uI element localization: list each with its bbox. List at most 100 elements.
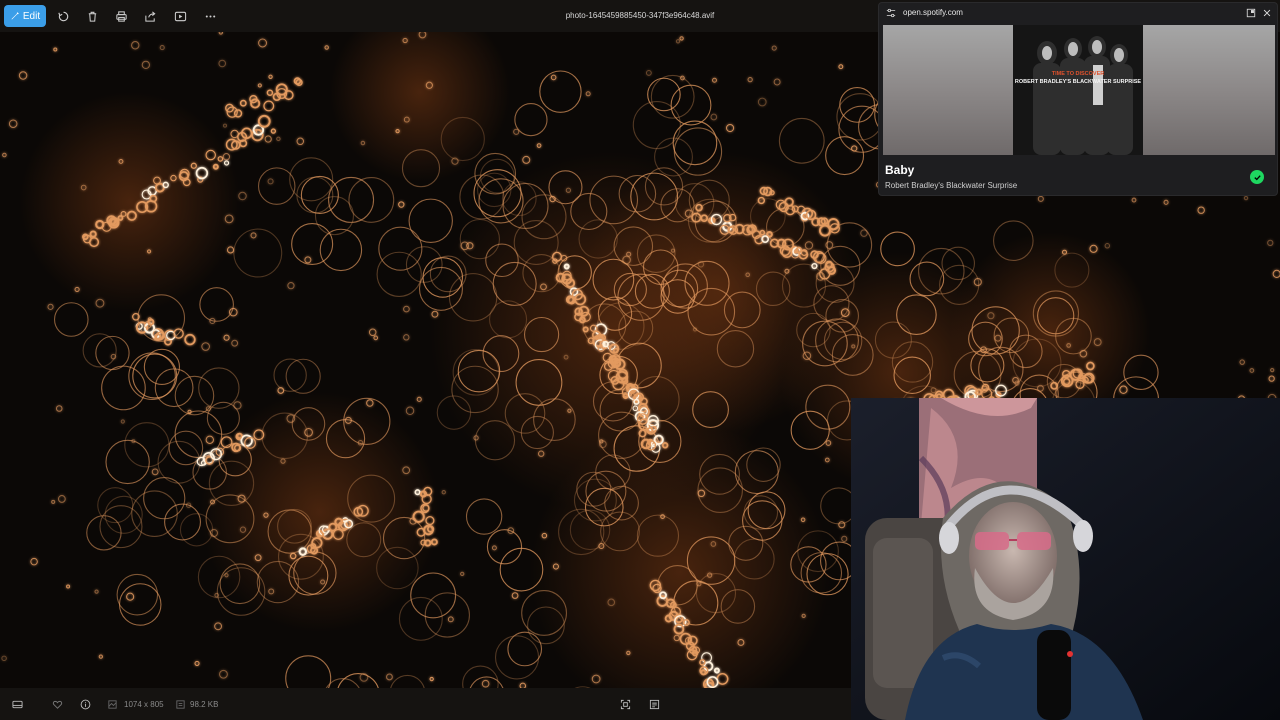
bokeh-dot <box>223 334 230 341</box>
bokeh-dot <box>838 521 846 529</box>
bokeh-dot <box>1268 375 1275 382</box>
share-icon <box>144 10 155 22</box>
fit-to-window-button[interactable] <box>618 697 632 711</box>
bokeh-dot <box>219 669 228 679</box>
bokeh-dot <box>373 335 379 341</box>
bokeh-ring <box>198 367 240 409</box>
back-to-tab-button[interactable] <box>1245 7 1257 19</box>
bokeh-ring <box>174 410 223 459</box>
bokeh-ring <box>494 635 540 680</box>
bokeh-dot <box>258 38 268 48</box>
bokeh-ring <box>285 655 332 688</box>
bokeh-ring <box>199 287 234 322</box>
bokeh-dot <box>1270 367 1275 373</box>
bokeh-ring <box>539 70 582 113</box>
slideshow-button[interactable] <box>172 8 188 24</box>
bokeh-dot <box>229 307 238 317</box>
bokeh-dot <box>250 232 257 239</box>
bokeh-dot <box>264 135 272 143</box>
print-button[interactable] <box>113 8 129 24</box>
bokeh-ring <box>462 665 499 688</box>
bokeh-dot <box>447 616 454 623</box>
bokeh-dot <box>214 622 223 631</box>
bokeh-dot <box>679 36 684 41</box>
bokeh-dot <box>47 303 54 310</box>
bokeh-ring <box>143 477 186 520</box>
bokeh-ring <box>104 495 143 534</box>
bokeh-dot <box>757 97 767 107</box>
bokeh-dot <box>838 64 844 70</box>
bokeh-dot <box>645 69 652 76</box>
file-name: photo-1645459885450-347f3e964c48.avif <box>565 11 715 20</box>
fit-icon <box>620 699 630 709</box>
bokeh-dot <box>398 201 405 208</box>
bokeh-dot <box>585 91 591 97</box>
share-button[interactable] <box>142 8 158 24</box>
print-icon <box>115 10 127 22</box>
close-mini-player-button[interactable] <box>1261 7 1273 19</box>
bokeh-dot <box>250 98 261 109</box>
edit-button[interactable]: Edit <box>4 5 46 27</box>
bokeh-dot <box>441 490 446 495</box>
bokeh-ring <box>174 375 215 416</box>
bokeh-dot <box>55 405 63 412</box>
bokeh-dot <box>194 660 200 666</box>
bokeh-dot <box>238 191 247 201</box>
bokeh-dot <box>51 499 56 504</box>
filmstrip-button[interactable] <box>10 697 24 711</box>
spotify-mini-player[interactable]: open.spotify.com TIME TO DISCOVER ROBERT <box>878 2 1278 196</box>
bokeh-dot <box>1267 239 1274 247</box>
rotate-button[interactable] <box>55 8 71 24</box>
band-photo <box>1013 25 1143 155</box>
bokeh-dot <box>287 282 295 290</box>
bokeh-dot <box>712 77 717 83</box>
favorite-button[interactable] <box>50 697 64 711</box>
bokeh-dot <box>257 83 262 88</box>
bokeh-dot <box>263 100 275 112</box>
bokeh-dot <box>1163 199 1169 205</box>
bokeh-dot <box>1197 206 1205 214</box>
rotate-icon <box>57 11 68 21</box>
bokeh-dot <box>771 45 777 51</box>
bokeh-dot <box>675 39 681 44</box>
actual-size-icon <box>649 699 659 709</box>
bokeh-dot <box>218 59 227 68</box>
bokeh-ring <box>390 674 425 688</box>
bokeh-dot <box>2 152 7 158</box>
close-icon <box>1263 9 1271 17</box>
bokeh-ring <box>465 498 503 535</box>
bokeh-dot <box>1131 197 1137 203</box>
bokeh-ring <box>233 228 283 278</box>
bokeh-dot <box>159 45 165 51</box>
more-icon <box>205 14 215 18</box>
bokeh-dot <box>860 229 868 237</box>
track-artist[interactable]: Robert Bradley's Blackwater Surprise <box>885 181 1017 190</box>
more-options-button[interactable] <box>202 8 218 24</box>
bokeh-ring <box>53 302 89 337</box>
info-button[interactable] <box>78 697 92 711</box>
light-haze <box>20 92 240 312</box>
bokeh-ring <box>124 422 170 468</box>
image-file-size: 98.2 KB <box>190 700 219 709</box>
bokeh-ring <box>778 117 825 164</box>
bokeh-dot <box>403 334 410 341</box>
actual-size-button[interactable] <box>647 697 661 711</box>
light-haze <box>330 32 510 182</box>
bokeh-dot <box>1272 269 1280 278</box>
bokeh-dot <box>57 495 66 503</box>
bokeh-dot <box>513 128 520 135</box>
delete-button[interactable] <box>84 8 100 24</box>
bokeh-dot <box>187 409 192 414</box>
filesize-icon <box>175 699 185 709</box>
bokeh-dot <box>491 545 497 551</box>
track-title[interactable]: Baby <box>885 163 914 177</box>
mini-player-url: open.spotify.com <box>903 8 963 17</box>
site-settings-button[interactable] <box>885 7 897 19</box>
image-dimensions: 1074 x 805 <box>124 700 164 709</box>
bokeh-dot <box>231 339 239 347</box>
saved-to-library-button[interactable] <box>1250 170 1264 184</box>
bokeh-dot <box>773 78 781 86</box>
bokeh-ring <box>514 102 548 137</box>
album-cover-text-2: ROBERT BRADLEY'S BLACKWATER SURPRISE <box>1014 79 1142 85</box>
info-icon <box>80 699 90 709</box>
